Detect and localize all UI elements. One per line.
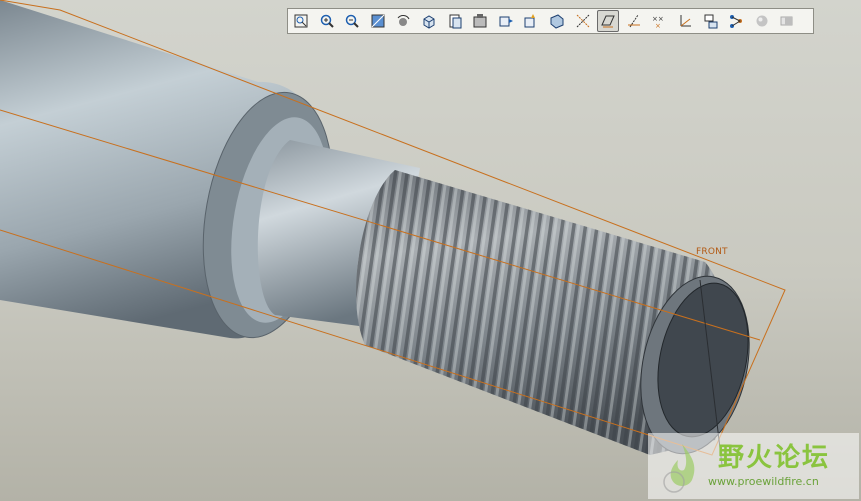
refit-icon	[294, 14, 308, 28]
coordinate-systems-icon	[680, 15, 691, 27]
toolbar-button-datum-planes[interactable]	[597, 10, 620, 32]
svg-text:×: ×	[655, 22, 661, 29]
toolbar-button-sphere[interactable]	[751, 10, 773, 32]
datum-axis-display-icon	[627, 14, 640, 28]
watermark-url: www.proewildfire.cn	[708, 475, 819, 488]
toolbar-button-datum-axis-display[interactable]	[623, 10, 645, 32]
zoom-out-icon	[345, 14, 359, 28]
toolbar-button-datum-points[interactable]: ×× ×	[648, 10, 670, 32]
zoom-in-icon	[320, 14, 334, 28]
toolbar-button-annotations[interactable]	[700, 10, 722, 32]
toolbar-button-zoom-out[interactable]	[341, 10, 363, 32]
layers-icon	[524, 14, 536, 28]
toolbar-button-shade[interactable]	[776, 10, 798, 32]
toolbar-button-datum-axes[interactable]	[572, 10, 594, 32]
spin-center-icon	[397, 15, 410, 26]
toolbar-button-perspective[interactable]	[546, 10, 568, 32]
shade-icon	[780, 16, 793, 26]
view-toolbar: ×× ×	[287, 8, 814, 34]
saved-views-icon	[449, 14, 462, 29]
perspective-icon	[550, 14, 564, 29]
orient-mode-icon	[423, 15, 435, 29]
display-style-icon	[473, 14, 487, 28]
toolbar-button-repaint[interactable]	[367, 10, 389, 32]
flame-logo-icon	[663, 444, 695, 493]
datum-axes-icon	[576, 14, 589, 28]
watermark-title: 野火论坛	[718, 443, 831, 473]
forum-watermark: 野火论坛 www.proewildfire.cn	[648, 433, 859, 499]
network-icon	[730, 15, 743, 28]
toolbar-button-spin-center[interactable]	[392, 10, 414, 32]
repaint-icon	[371, 14, 385, 28]
sphere-icon	[756, 15, 768, 27]
toolbar-button-display-style[interactable]	[469, 10, 491, 32]
toolbar-button-orient-mode[interactable]	[418, 10, 440, 32]
toolbar-button-view-manager[interactable]	[495, 10, 517, 32]
annotations-icon	[704, 14, 717, 29]
view-manager-icon	[499, 16, 513, 27]
datum-planes-icon	[601, 15, 615, 28]
toolbar-button-network[interactable]	[725, 10, 747, 32]
toolbar-button-zoom-in[interactable]	[316, 10, 338, 32]
toolbar-button-refit[interactable]	[290, 10, 312, 32]
model-viewport[interactable]	[0, 0, 861, 501]
toolbar-button-coordinate-systems[interactable]	[674, 10, 696, 32]
toolbar-button-layers[interactable]	[520, 10, 542, 32]
toolbar-button-saved-views[interactable]	[444, 10, 466, 32]
datum-plane-label: FRONT	[696, 247, 728, 257]
datum-points-icon: ×××	[652, 15, 664, 29]
